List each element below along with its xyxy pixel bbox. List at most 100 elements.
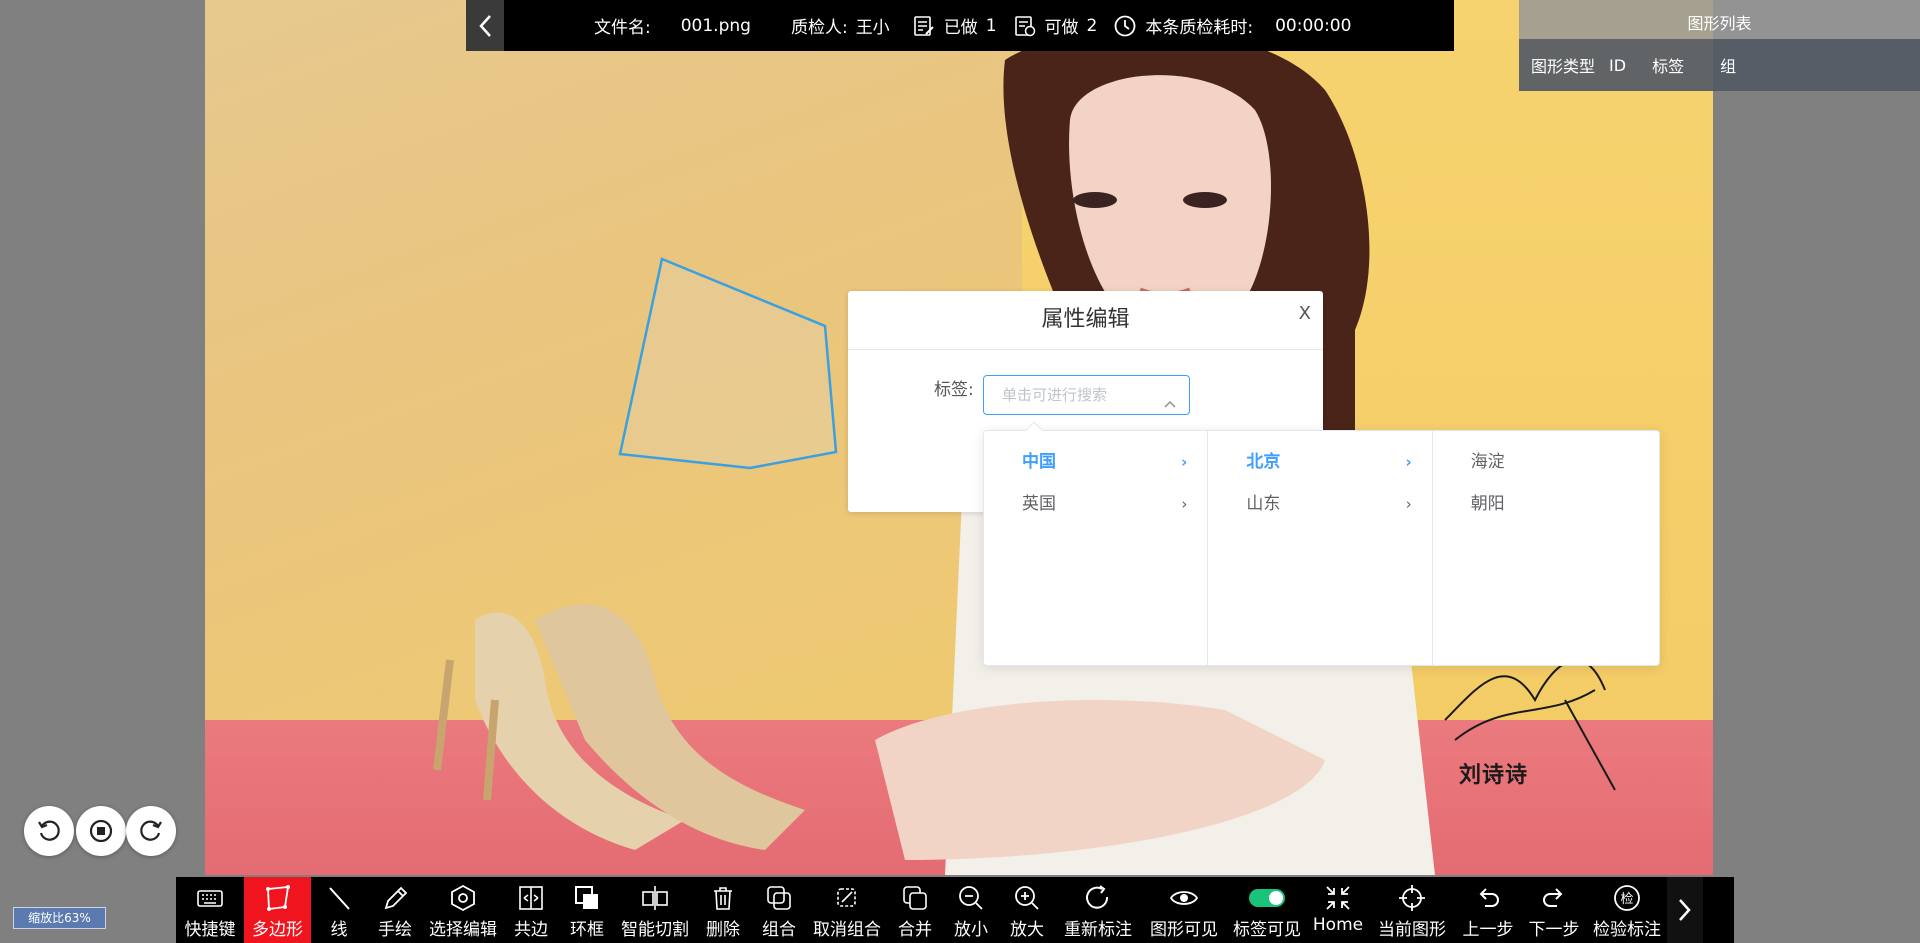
dialog-title: 属性编辑: [848, 291, 1323, 350]
tool-check-annotation[interactable]: 检 检验标注: [1587, 877, 1667, 943]
done-label: 已做: [943, 18, 978, 38]
stop-circle-icon: [89, 819, 113, 843]
polygon-icon: [265, 885, 290, 911]
todo-label: 可做: [1044, 18, 1079, 38]
tool-group[interactable]: 组合: [751, 877, 807, 943]
tool-shape-visible[interactable]: 图形可见: [1141, 877, 1227, 943]
chevron-right-icon: ›: [1181, 495, 1188, 513]
cascader-option-uk[interactable]: 英国 ›: [984, 483, 1207, 525]
tool-current-shape[interactable]: 当前图形: [1369, 877, 1455, 943]
cascader-option-beijing[interactable]: 北京 ›: [1208, 441, 1431, 483]
tool-label: 重新标注: [1064, 920, 1132, 940]
tool-delete[interactable]: 删除: [695, 877, 751, 943]
tool-select-edit[interactable]: 选择编辑: [423, 877, 503, 943]
shared-edge-icon: [519, 886, 543, 910]
tool-merge[interactable]: 合并: [887, 877, 943, 943]
tag-select-placeholder: 单击可进行搜索: [1002, 386, 1108, 404]
chevron-right-icon: ›: [1405, 453, 1412, 471]
tool-ungroup[interactable]: 取消组合: [807, 877, 887, 943]
merge-icon: [903, 886, 927, 910]
refresh-icon: [1086, 885, 1109, 909]
pencil-icon: [384, 886, 408, 910]
column-shape-type[interactable]: 图形类型: [1531, 53, 1595, 77]
inspector: 质检人: 王小: [791, 13, 890, 38]
tool-polygon[interactable]: 多边形: [244, 877, 311, 943]
line-icon: [329, 887, 350, 910]
tool-label: 当前图形: [1378, 920, 1446, 940]
annotation-polygon: [618, 257, 838, 470]
tool-label: 环框: [570, 920, 604, 940]
tool-label: Home: [1312, 915, 1364, 935]
chevron-up-icon: [1163, 388, 1177, 426]
keyboard-icon: [197, 890, 223, 907]
ring-box-icon: [575, 886, 598, 909]
tool-label: 标签可见: [1233, 920, 1301, 940]
cascader-option-haidian[interactable]: 海淀: [1433, 441, 1659, 483]
chevron-right-icon: ›: [1181, 453, 1188, 471]
tool-redo[interactable]: 下一步: [1521, 877, 1587, 943]
file-name-label: 文件名:: [594, 18, 651, 38]
column-group[interactable]: 组: [1720, 53, 1736, 77]
cascader-column-district: 海淀 朝阳: [1433, 431, 1659, 665]
option-label: 中国: [1022, 452, 1056, 472]
edit-doc-icon: [912, 14, 936, 38]
cascader-option-shandong[interactable]: 山东 ›: [1208, 483, 1431, 525]
cascader-option-china[interactable]: 中国 ›: [984, 441, 1207, 483]
tag-cascader-popup: 中国 › 英国 › 北京 › 山东 › 海淀 朝阳: [983, 421, 1660, 666]
option-label: 朝阳: [1470, 494, 1505, 514]
clock-icon: [1113, 14, 1137, 38]
back-button[interactable]: [466, 0, 504, 51]
tool-label: 组合: [762, 920, 796, 940]
shape-list-title: 图形列表: [1519, 0, 1920, 39]
tool-label-visible[interactable]: 标签可见: [1227, 877, 1307, 943]
tool-label: 放大: [1010, 920, 1044, 940]
svg-text:检: 检: [1620, 892, 1633, 907]
tool-label: 合并: [898, 920, 932, 940]
tag-select-input[interactable]: 单击可进行搜索: [983, 375, 1190, 415]
tool-shortcuts[interactable]: 快捷键: [176, 877, 244, 943]
split-icon: [642, 886, 668, 910]
tool-ring[interactable]: 环框: [559, 877, 615, 943]
rotate-right-button[interactable]: [126, 806, 176, 856]
tool-zoom-in[interactable]: 放大: [999, 877, 1055, 943]
column-tag[interactable]: 标签: [1652, 53, 1684, 77]
column-id[interactable]: ID: [1609, 56, 1626, 75]
eye-icon: [1169, 891, 1199, 905]
zoom-ratio-badge: 缩放比63%: [13, 907, 106, 929]
tool-label: 快捷键: [184, 920, 236, 940]
rotate-left-button[interactable]: [24, 806, 74, 856]
shrink-icon: [1326, 886, 1350, 910]
reset-rotation-button[interactable]: [76, 806, 126, 856]
chevron-right-icon: ›: [1405, 495, 1412, 513]
tool-freehand[interactable]: 手绘: [367, 877, 423, 943]
inspector-value: 王小: [855, 18, 890, 38]
rotate-left-icon: [38, 820, 60, 841]
signature-text: 刘诗诗: [1459, 763, 1529, 788]
chevron-left-icon: [479, 14, 491, 37]
todo-value: 2: [1086, 15, 1098, 36]
option-label: 海淀: [1470, 452, 1505, 472]
option-label: 山东: [1246, 494, 1281, 514]
tool-line[interactable]: 线: [311, 877, 367, 943]
dialog-close-button[interactable]: X: [1299, 303, 1311, 324]
option-label: 北京: [1246, 452, 1281, 472]
tool-label: 下一步: [1528, 920, 1580, 940]
inspector-label: 质检人:: [790, 18, 848, 38]
zoom-out-icon: [959, 886, 983, 910]
zoom-in-icon: [1015, 886, 1039, 910]
tool-zoom-out[interactable]: 放小: [943, 877, 999, 943]
tool-label: 选择编辑: [429, 920, 497, 940]
cascader-option-chaoyang[interactable]: 朝阳: [1433, 483, 1659, 525]
inspection-time: 本条质检耗时: 00:00:00: [1113, 13, 1351, 38]
done-value: 1: [985, 15, 997, 36]
tool-undo[interactable]: 上一步: [1455, 877, 1521, 943]
tool-smart-cut[interactable]: 智能切割: [615, 877, 695, 943]
tool-home[interactable]: Home: [1307, 877, 1369, 943]
tool-shared-edge[interactable]: 共边: [503, 877, 559, 943]
shape-list-columns: 图形类型 ID 标签 组: [1519, 39, 1920, 91]
tool-label: 删除: [706, 920, 740, 940]
tool-relabel[interactable]: 重新标注: [1055, 877, 1141, 943]
tool-label: 取消组合: [813, 920, 881, 940]
toolbar-next-button[interactable]: [1667, 877, 1703, 943]
tag-label: 标签:: [934, 380, 974, 400]
